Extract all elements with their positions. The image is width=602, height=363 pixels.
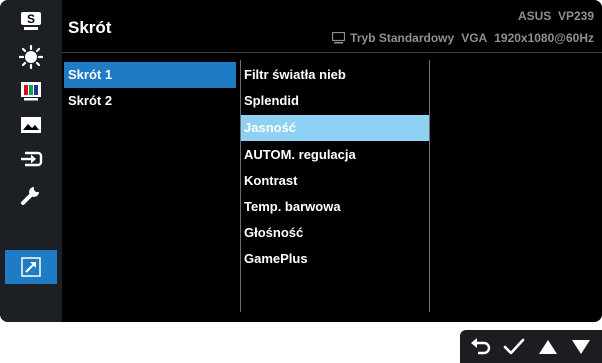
system-setup-icon bbox=[21, 187, 39, 205]
list-item[interactable]: Jasność bbox=[241, 115, 429, 141]
sidebar-item-splendid[interactable]: S bbox=[6, 6, 56, 36]
model-label: VP239 bbox=[557, 9, 594, 23]
down-button[interactable] bbox=[567, 333, 595, 361]
back-button[interactable] bbox=[467, 333, 495, 361]
shortcut-1-item[interactable]: Skrót 1 bbox=[64, 62, 236, 88]
sidebar-item-input[interactable] bbox=[6, 144, 56, 174]
navigation-bar bbox=[460, 330, 602, 363]
list-item[interactable]: Splendid bbox=[241, 88, 429, 114]
sidebar-item-image[interactable] bbox=[6, 110, 56, 140]
brand-label: ASUS bbox=[517, 9, 552, 23]
list-item[interactable]: Filtr światła nieb bbox=[241, 62, 429, 88]
shortcut-2-item[interactable]: Skrót 2 bbox=[64, 88, 236, 114]
status-line: Tryb Standardowy VGA 1920x1080@60Hz bbox=[332, 30, 594, 46]
list-item[interactable]: Temp. barwowa bbox=[241, 194, 429, 220]
mode-label: Tryb Standardowy bbox=[350, 31, 455, 45]
input-label: VGA bbox=[461, 31, 488, 45]
input-select-icon bbox=[21, 151, 43, 167]
main-panel: Skrót ASUS VP239 Tryb Standardowy VGA 19… bbox=[62, 0, 602, 322]
resolution-label: 1920x1080@60Hz bbox=[494, 31, 594, 45]
sidebar-item-blue-light[interactable] bbox=[6, 42, 56, 72]
shortcut-icon bbox=[21, 257, 41, 277]
list-item[interactable]: Głośność bbox=[241, 220, 429, 246]
sidebar: S bbox=[0, 0, 62, 322]
monitor-icon bbox=[332, 32, 346, 44]
down-arrow-icon bbox=[572, 339, 591, 354]
shortcut-list: Skrót 1 Skrót 2 bbox=[62, 60, 238, 312]
color-icon bbox=[21, 82, 41, 101]
osd-menu: S Skrót ASUS VP239 Tryb Standardowy VGA … bbox=[0, 0, 602, 322]
list-item[interactable]: Kontrast bbox=[241, 168, 429, 194]
list-item[interactable]: AUTOM. regulacja bbox=[241, 142, 429, 168]
splendid-s-icon: S bbox=[21, 12, 41, 30]
back-icon bbox=[470, 337, 490, 354]
sidebar-item-color[interactable] bbox=[6, 76, 56, 106]
page-title: Skrót bbox=[68, 18, 112, 37]
sidebar-item-system-setup[interactable] bbox=[6, 180, 56, 210]
sidebar-item-shortcut[interactable] bbox=[5, 250, 57, 284]
function-list: Filtr światła nieb Splendid Jasność AUTO… bbox=[240, 60, 430, 312]
up-arrow-icon bbox=[538, 339, 557, 354]
list-item[interactable]: GamePlus bbox=[241, 246, 429, 272]
blue-light-icon bbox=[19, 45, 43, 69]
model-line: ASUS VP239 bbox=[332, 8, 594, 24]
image-icon bbox=[21, 117, 41, 133]
confirm-check-icon bbox=[503, 338, 525, 354]
confirm-button[interactable] bbox=[500, 333, 528, 361]
monitor-info: ASUS VP239 Tryb Standardowy VGA 1920x108… bbox=[332, 8, 594, 46]
svg-text:S: S bbox=[27, 12, 35, 26]
header-divider bbox=[62, 52, 602, 53]
up-button[interactable] bbox=[534, 333, 562, 361]
